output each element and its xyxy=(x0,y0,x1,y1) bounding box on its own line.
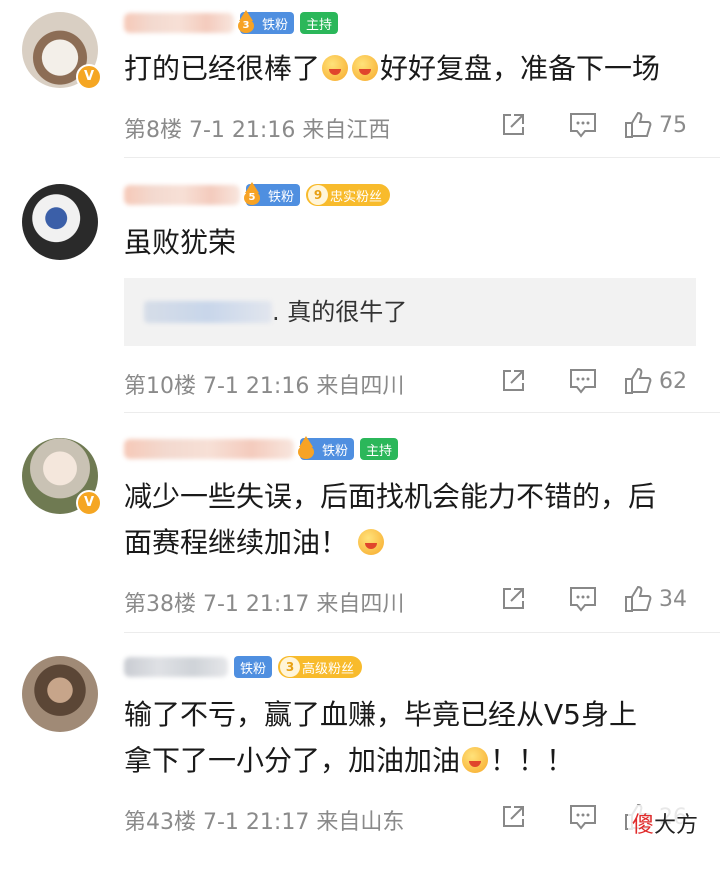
comment-text: 减少一些失误，后面找机会能力不错的，后 面赛程继续加油！ xyxy=(124,480,657,559)
like-icon xyxy=(625,111,652,138)
comment-item: V 3 铁粉 主持 打的已经很棒了 好好复盘，准备下一场 第8楼 7-1 21:1… xyxy=(0,0,720,158)
divider xyxy=(124,157,720,158)
comment-meta: 第38楼 7-1 21:17 来自四川 xyxy=(124,592,405,617)
share-icon xyxy=(503,370,524,391)
comment-button[interactable] xyxy=(548,582,618,616)
comment-button[interactable] xyxy=(548,108,618,142)
comment-item: 铁粉 3 高级粉丝 输了不亏，赢了血赚，毕竟已经从V5身上 拿下了一小分了，加油… xyxy=(0,644,720,869)
like-icon xyxy=(625,585,652,612)
like-icon xyxy=(625,367,652,394)
like-count: 62 xyxy=(659,368,687,394)
crown-icon: 3 xyxy=(234,9,258,35)
divider xyxy=(124,632,720,633)
comment-item: 5 铁粉 9 忠实粉丝 虽败犹荣 . 真的很牛了 第10楼 7-1 21:16 … xyxy=(0,172,720,413)
share-icon xyxy=(503,114,524,135)
comment-text: 虽败犹荣 xyxy=(124,226,237,259)
comment-item: V 铁粉 主持 减少一些失误，后面找机会能力不错的，后 面赛程继续加油！ 第38… xyxy=(0,426,720,633)
username-blurred[interactable] xyxy=(124,657,228,677)
comment-icon xyxy=(570,113,596,138)
share-button[interactable] xyxy=(478,364,548,398)
avatar[interactable] xyxy=(22,184,98,260)
username-blurred[interactable] xyxy=(124,185,240,205)
like-count: 75 xyxy=(659,112,687,138)
like-button[interactable]: 75 xyxy=(618,108,698,142)
like-button[interactable]: 34 xyxy=(618,582,698,616)
watermark: 傻大方 xyxy=(627,805,702,841)
comment-button[interactable] xyxy=(548,800,618,834)
quoted-username-blurred xyxy=(144,301,272,323)
fan-badge: 3 铁粉 xyxy=(238,10,295,34)
share-button[interactable] xyxy=(478,800,548,834)
fan-level-badge: 3 高级粉丝 xyxy=(278,656,363,678)
crown-icon xyxy=(294,435,318,461)
comment-icon xyxy=(570,805,596,830)
emoji-icon xyxy=(352,55,379,81)
emoji-icon xyxy=(358,529,385,555)
like-button[interactable]: 62 xyxy=(618,364,698,398)
fan-badge: 铁粉 xyxy=(234,656,273,678)
comment-meta: 第8楼 7-1 21:16 来自江西 xyxy=(124,118,391,143)
emoji-icon xyxy=(462,747,489,773)
username-blurred[interactable] xyxy=(124,439,294,459)
crown-icon: 5 xyxy=(240,181,264,207)
comment-icon xyxy=(570,587,596,612)
like-count: 34 xyxy=(659,586,687,612)
verified-icon: V xyxy=(76,490,102,516)
role-badge: 主持 xyxy=(300,12,339,34)
emoji-icon xyxy=(322,55,349,81)
comment-text: 打的已经很棒了 好好复盘，准备下一场 xyxy=(124,52,661,85)
share-icon xyxy=(503,588,524,609)
divider xyxy=(124,412,720,413)
fan-badge: 铁粉 xyxy=(298,436,355,460)
share-icon xyxy=(503,806,524,827)
share-button[interactable] xyxy=(478,582,548,616)
role-badge: 主持 xyxy=(360,438,399,460)
comment-icon xyxy=(570,369,596,394)
comment-text: 输了不亏，赢了血赚，毕竟已经从V5身上 拿下了一小分了，加油加油！！！ xyxy=(124,698,637,777)
verified-icon: V xyxy=(76,64,102,90)
quoted-reply[interactable]: . 真的很牛了 xyxy=(124,278,696,346)
avatar[interactable] xyxy=(22,656,98,732)
fan-badge: 5 铁粉 xyxy=(244,182,301,206)
username-blurred[interactable] xyxy=(124,13,234,33)
share-button[interactable] xyxy=(478,108,548,142)
comment-meta: 第10楼 7-1 21:16 来自四川 xyxy=(124,374,405,399)
comment-meta: 第43楼 7-1 21:17 来自山东 xyxy=(124,810,405,835)
comment-button[interactable] xyxy=(548,364,618,398)
fan-level-badge: 9 忠实粉丝 xyxy=(306,184,391,206)
